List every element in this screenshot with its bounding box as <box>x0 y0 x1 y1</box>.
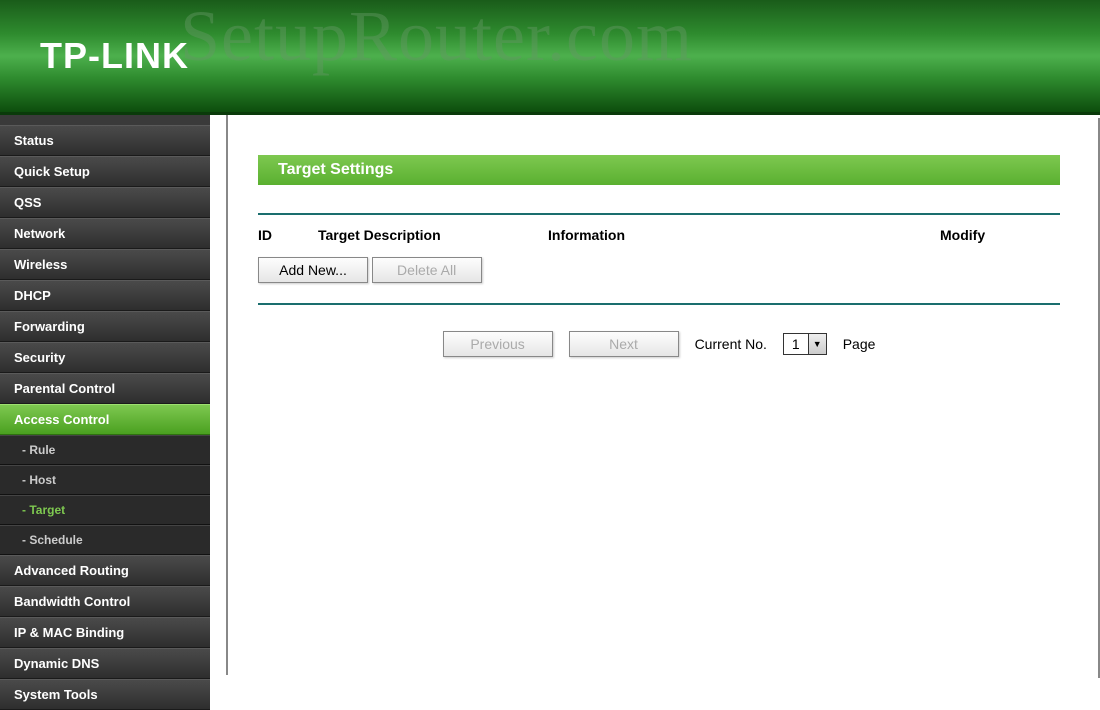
column-header-modify: Modify <box>940 227 1060 243</box>
sidebar-item-status[interactable]: Status <box>0 125 210 156</box>
header-banner: TP-LINK SetupRouter.com <box>0 0 1100 115</box>
sidebar-item-access-control[interactable]: Access Control <box>0 404 210 435</box>
sidebar-item-network[interactable]: Network <box>0 218 210 249</box>
previous-button[interactable]: Previous <box>443 331 553 357</box>
brand-logo: TP-LINK <box>40 35 189 77</box>
divider-bottom <box>258 303 1060 305</box>
table-header-row: ID Target Description Information Modify <box>258 227 1060 243</box>
sidebar-item-system-tools[interactable]: System Tools <box>0 679 210 710</box>
sidebar-item-quick-setup[interactable]: Quick Setup <box>0 156 210 187</box>
sidebar-sub-rule[interactable]: - Rule <box>0 435 210 465</box>
sidebar-item-forwarding[interactable]: Forwarding <box>0 311 210 342</box>
column-header-information: Information <box>548 227 940 243</box>
sidebar-item-bandwidth-control[interactable]: Bandwidth Control <box>0 586 210 617</box>
page-label: Page <box>843 336 876 352</box>
divider-top <box>258 213 1060 215</box>
sidebar-item-advanced-routing[interactable]: Advanced Routing <box>0 555 210 586</box>
action-button-row: Add New... Delete All <box>258 257 1060 283</box>
delete-all-button[interactable]: Delete All <box>372 257 482 283</box>
sidebar-sub-schedule[interactable]: - Schedule <box>0 525 210 555</box>
page-title: Target Settings <box>258 155 1060 185</box>
sidebar-item-ip-mac-binding[interactable]: IP & MAC Binding <box>0 617 210 648</box>
sidebar-item-dynamic-dns[interactable]: Dynamic DNS <box>0 648 210 679</box>
sidebar-nav: Status Quick Setup QSS Network Wireless … <box>0 115 210 675</box>
sidebar-item-wireless[interactable]: Wireless <box>0 249 210 280</box>
page-number-value: 1 <box>784 336 808 352</box>
content-divider <box>210 115 228 675</box>
pagination-controls: Previous Next Current No. 1 ▼ Page <box>258 317 1060 371</box>
add-new-button[interactable]: Add New... <box>258 257 368 283</box>
page-number-select[interactable]: 1 ▼ <box>783 333 827 355</box>
watermark-text: SetupRouter.com <box>180 0 693 78</box>
next-button[interactable]: Next <box>569 331 679 357</box>
sidebar-item-security[interactable]: Security <box>0 342 210 373</box>
current-no-label: Current No. <box>695 336 767 352</box>
sidebar-sub-host[interactable]: - Host <box>0 465 210 495</box>
main-content: Target Settings ID Target Description In… <box>228 115 1100 675</box>
column-header-description: Target Description <box>318 227 548 243</box>
sidebar-sub-target[interactable]: - Target <box>0 495 210 525</box>
sidebar-item-parental-control[interactable]: Parental Control <box>0 373 210 404</box>
column-header-id: ID <box>258 227 318 243</box>
sidebar-item-qss[interactable]: QSS <box>0 187 210 218</box>
dropdown-arrow-icon: ▼ <box>808 334 826 354</box>
sidebar-item-dhcp[interactable]: DHCP <box>0 280 210 311</box>
